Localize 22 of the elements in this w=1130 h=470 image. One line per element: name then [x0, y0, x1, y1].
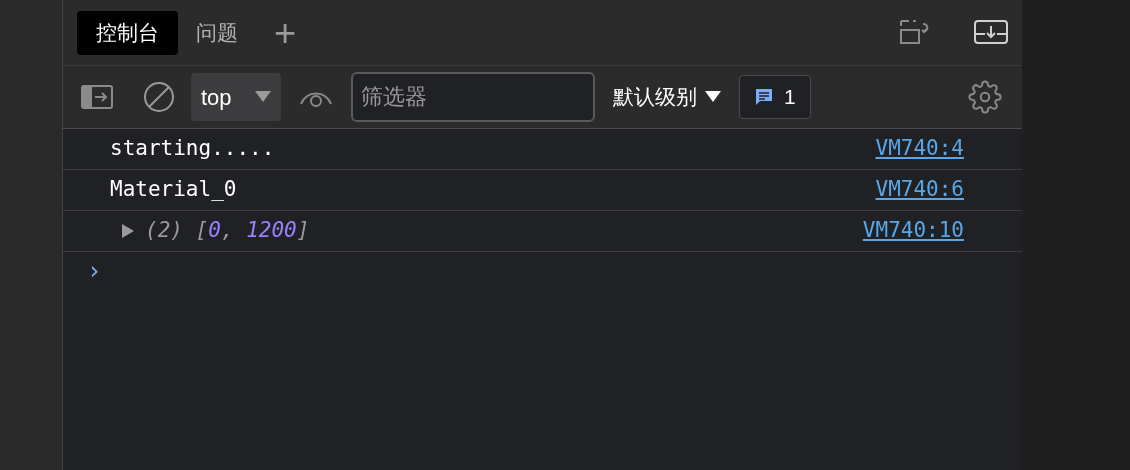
expand-triangle-icon[interactable]	[121, 224, 135, 238]
log-message: starting.....	[110, 135, 275, 163]
log-message: Material_0	[110, 176, 237, 204]
dropdown-triangle-icon	[255, 91, 271, 103]
prompt-caret: ›	[87, 256, 102, 287]
source-link[interactable]: VM740:4	[875, 133, 964, 165]
clear-icon[interactable]	[143, 81, 175, 113]
settings-icon[interactable]	[968, 80, 1002, 114]
message-icon	[754, 87, 774, 107]
sidebar-toggle-icon[interactable]	[81, 85, 113, 109]
add-tab-button[interactable]: +	[274, 13, 297, 52]
context-dropdown[interactable]: top	[191, 73, 281, 121]
download-icon[interactable]	[974, 19, 1008, 46]
tab[interactable]: 问题	[182, 10, 252, 55]
tab[interactable]: 控制台	[77, 10, 178, 55]
dropdown-triangle-icon	[705, 91, 721, 103]
array-preview[interactable]: (2) [0, 1200]	[145, 215, 310, 247]
levels-dropdown[interactable]: 默认级别	[613, 81, 721, 113]
filter-field[interactable]: 筛选器	[351, 72, 595, 122]
source-link[interactable]: VM740:10	[862, 215, 964, 247]
source-link[interactable]: VM740:6	[875, 174, 964, 206]
message-count-button[interactable]: 1	[739, 75, 811, 119]
